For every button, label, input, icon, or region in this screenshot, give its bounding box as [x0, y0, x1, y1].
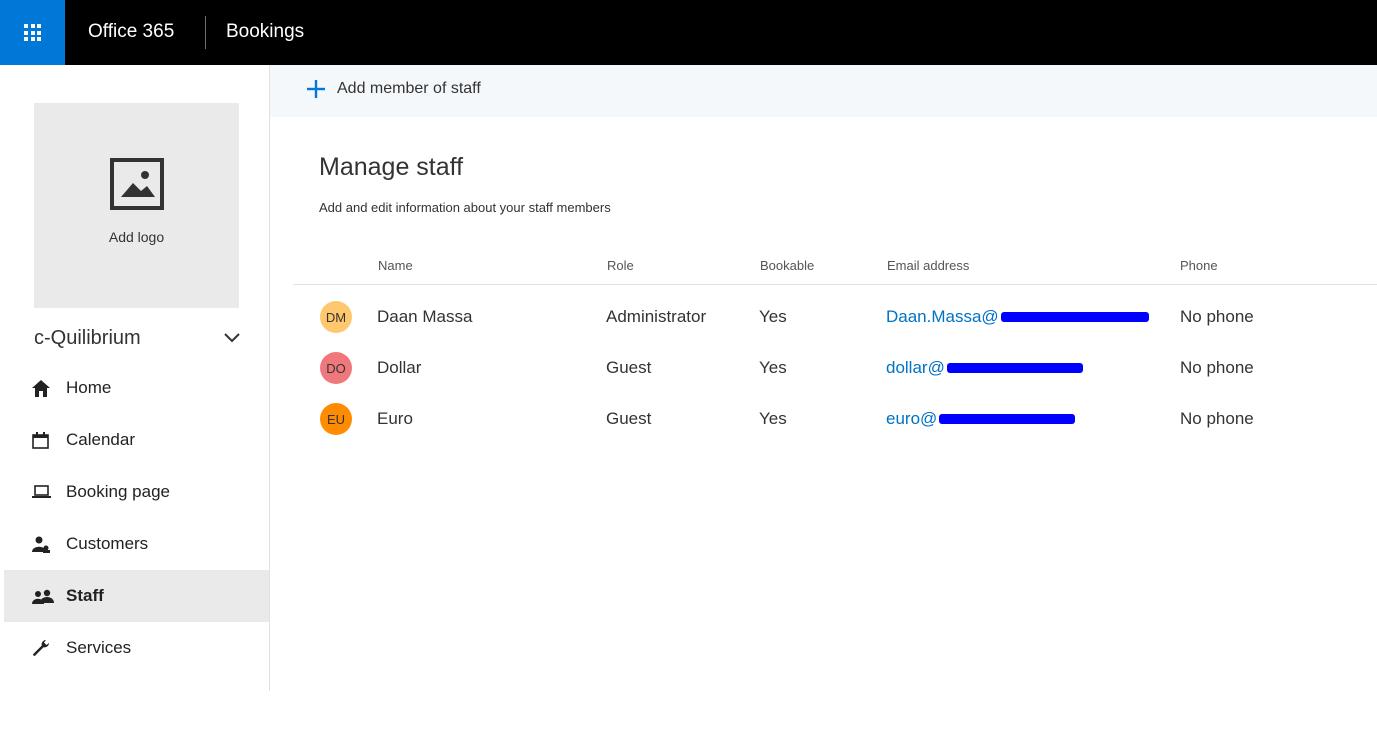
sidebar-item-label: Booking page — [66, 482, 170, 501]
page-title: Manage staff — [319, 153, 464, 181]
sidebar-item-label: Staff — [66, 586, 104, 605]
column-header-email[interactable]: Email address — [887, 258, 969, 273]
sidebar-item-customers[interactable]: Customers — [0, 518, 269, 570]
brand-link[interactable]: Office 365 — [88, 20, 174, 44]
command-bar: Add member of staff — [270, 65, 1377, 117]
sidebar-item-label: Home — [66, 378, 112, 397]
calendar-icon — [32, 431, 54, 449]
staff-name: Daan Massa — [377, 307, 473, 326]
staff-email-text: Daan.Massa@ — [886, 307, 999, 326]
avatar: EU — [320, 403, 352, 435]
staff-phone: No phone — [1180, 358, 1254, 377]
staff-email[interactable]: euro@ — [886, 409, 1076, 429]
page-subtitle: Add and edit information about your staf… — [319, 200, 611, 215]
app-name[interactable]: Bookings — [226, 20, 304, 44]
sidebar-item-label: Customers — [66, 534, 149, 553]
staff-role: Administrator — [606, 307, 707, 326]
staff-phone: No phone — [1180, 307, 1254, 326]
sidebar-item-home[interactable]: Home — [0, 362, 269, 414]
image-icon — [109, 158, 164, 210]
app-launcher-button[interactable] — [0, 0, 65, 65]
column-header-name[interactable]: Name — [378, 258, 413, 273]
redaction-mark — [939, 414, 1076, 424]
staff-email-text: euro@ — [886, 409, 938, 428]
staff-bookable: Yes — [759, 307, 787, 326]
staff-table-header: Name Role Bookable Email address Phone — [293, 244, 1377, 285]
column-header-phone[interactable]: Phone — [1180, 258, 1218, 273]
staff-bookable: Yes — [759, 358, 787, 377]
add-staff-label: Add member of staff — [337, 80, 481, 97]
staff-name: Dollar — [377, 358, 422, 377]
column-header-bookable[interactable]: Bookable — [760, 258, 814, 273]
staff-role: Guest — [606, 358, 652, 377]
staff-name: Euro — [377, 409, 413, 428]
waffle-icon — [24, 24, 41, 41]
business-switcher[interactable]: c-Quilibrium — [34, 323, 240, 353]
avatar: DM — [320, 301, 352, 333]
home-icon — [32, 379, 54, 397]
table-row[interactable]: DM Daan Massa Administrator Yes Daan.Mas… — [293, 289, 1377, 340]
add-logo-button[interactable]: Add logo — [34, 103, 239, 308]
sidebar-item-calendar[interactable]: Calendar — [0, 414, 269, 466]
redaction-mark — [946, 363, 1083, 373]
redaction-mark — [1000, 312, 1149, 322]
sidebar-item-label: Calendar — [66, 430, 135, 449]
table-row[interactable]: EU Euro Guest Yes euro@ No phone — [293, 391, 1377, 442]
sidebar-item-booking-page[interactable]: Booking page — [0, 466, 269, 518]
sidebar-nav: Home Calendar Booking page Customers Sta… — [0, 362, 269, 674]
add-staff-button[interactable]: Add member of staff — [306, 79, 481, 99]
sidebar-item-services[interactable]: Services — [0, 622, 269, 674]
sidebar-item-label: Services — [66, 638, 132, 657]
staff-phone: No phone — [1180, 409, 1254, 428]
staff-email[interactable]: Daan.Massa@ — [886, 307, 1149, 327]
customers-icon — [32, 535, 54, 553]
wrench-icon — [32, 639, 54, 657]
staff-email-text: dollar@ — [886, 358, 945, 377]
staff-role: Guest — [606, 409, 652, 428]
plus-icon — [307, 80, 325, 98]
sidebar-item-staff[interactable]: Staff — [4, 570, 269, 622]
laptop-icon — [32, 483, 54, 501]
business-name: c-Quilibrium — [34, 326, 141, 349]
sidebar: Add logo c-Quilibrium Home Calendar Book… — [0, 65, 270, 691]
topbar-divider — [205, 16, 206, 49]
staff-bookable: Yes — [759, 409, 787, 428]
staff-email[interactable]: dollar@ — [886, 358, 1083, 378]
top-bar: Office 365 Bookings — [0, 0, 1377, 65]
avatar: DO — [320, 352, 352, 384]
table-row[interactable]: DO Dollar Guest Yes dollar@ No phone — [293, 340, 1377, 391]
column-header-role[interactable]: Role — [607, 258, 634, 273]
staff-icon — [32, 587, 54, 605]
add-logo-label: Add logo — [108, 229, 165, 245]
chevron-down-icon — [224, 333, 240, 343]
